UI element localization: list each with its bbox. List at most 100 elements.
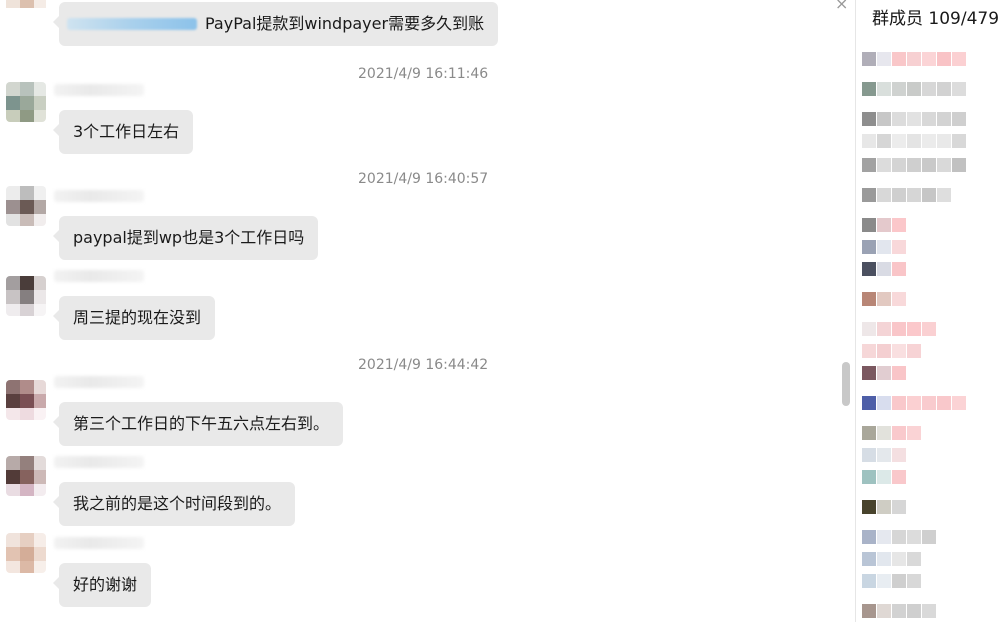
close-icon[interactable]: × <box>835 0 848 13</box>
member-name-block <box>937 188 951 202</box>
member-name-block <box>877 426 891 440</box>
member-row[interactable] <box>856 322 1000 338</box>
member-name-block <box>892 134 906 148</box>
avatar[interactable] <box>6 82 46 122</box>
message-bubble[interactable]: 3个工作日左右 <box>52 110 194 154</box>
message-text: 我之前的是这个时间段到的。 <box>73 494 282 513</box>
message-bubble[interactable]: PayPal提款到windpayer需要多久到账 <box>52 2 499 46</box>
avatar[interactable] <box>6 456 46 496</box>
sender-name <box>54 376 144 388</box>
member-row[interactable] <box>856 292 1000 308</box>
avatar[interactable] <box>6 533 46 573</box>
message-bubble[interactable]: 我之前的是这个时间段到的。 <box>52 482 296 526</box>
member-name-block <box>877 82 891 96</box>
member-name-block <box>892 426 906 440</box>
member-name-block <box>877 470 891 484</box>
member-name-block <box>922 396 936 410</box>
member-name-block <box>907 134 921 148</box>
member-row[interactable] <box>856 52 1000 68</box>
member-name-block <box>907 322 921 336</box>
avatar[interactable] <box>6 276 46 316</box>
member-name-block <box>877 552 891 566</box>
member-row[interactable] <box>856 134 1000 150</box>
member-row[interactable] <box>856 240 1000 256</box>
message-bubble[interactable]: 第三个工作日的下午五六点左右到。 <box>52 402 344 446</box>
member-name-block <box>892 530 906 544</box>
member-row[interactable] <box>856 604 1000 620</box>
member-row[interactable] <box>856 112 1000 128</box>
member-avatar <box>862 396 876 410</box>
member-name-block <box>907 530 921 544</box>
member-avatar <box>862 82 876 96</box>
member-avatar <box>862 470 876 484</box>
member-name-block <box>877 344 891 358</box>
member-name-block <box>877 218 891 232</box>
member-name-block <box>937 134 951 148</box>
member-name-block <box>907 604 921 618</box>
member-name-block <box>892 240 906 254</box>
member-row[interactable] <box>856 396 1000 412</box>
member-row[interactable] <box>856 426 1000 442</box>
member-row[interactable] <box>856 530 1000 546</box>
message-bubble[interactable]: 好的谢谢 <box>52 563 152 607</box>
member-avatar <box>862 552 876 566</box>
member-row[interactable] <box>856 158 1000 174</box>
member-name-block <box>937 82 951 96</box>
member-name-block <box>952 82 966 96</box>
member-name-block <box>877 292 891 306</box>
member-name-block <box>922 188 936 202</box>
member-row[interactable] <box>856 82 1000 98</box>
message-bubble[interactable]: paypal提到wp也是3个工作日吗 <box>52 216 319 260</box>
member-name-block <box>892 262 906 276</box>
member-row[interactable] <box>856 262 1000 278</box>
member-name-block <box>907 426 921 440</box>
message-text: PayPal提款到windpayer需要多久到账 <box>205 14 485 33</box>
member-name-block <box>952 158 966 172</box>
member-name-block <box>922 82 936 96</box>
chat-pane: × PayPal提款到windpayer需要多久到账 2021/4/9 16:1… <box>0 0 856 622</box>
member-name-block <box>892 604 906 618</box>
message-text: 好的谢谢 <box>73 575 138 594</box>
member-name-block <box>892 396 906 410</box>
message-text: 第三个工作日的下午五六点左右到。 <box>73 414 330 433</box>
member-name-block <box>922 134 936 148</box>
sender-name <box>54 537 144 549</box>
chat-scrollbar[interactable] <box>842 362 850 406</box>
member-name-block <box>877 158 891 172</box>
member-name-block <box>952 112 966 126</box>
message-bubble[interactable]: 周三提的现在没到 <box>52 296 216 340</box>
member-row[interactable] <box>856 366 1000 382</box>
member-name-block <box>922 322 936 336</box>
member-name-block <box>892 366 906 380</box>
member-name-block <box>907 574 921 588</box>
member-row[interactable] <box>856 218 1000 234</box>
member-name-block <box>907 188 921 202</box>
member-name-block <box>877 240 891 254</box>
avatar[interactable] <box>6 0 46 20</box>
member-name-block <box>907 52 921 66</box>
member-name-block <box>937 158 951 172</box>
member-name-block <box>952 52 966 66</box>
member-name-block <box>922 604 936 618</box>
member-row[interactable] <box>856 448 1000 464</box>
member-row[interactable] <box>856 500 1000 516</box>
member-row[interactable] <box>856 574 1000 590</box>
member-avatar <box>862 322 876 336</box>
member-row[interactable] <box>856 552 1000 568</box>
member-row[interactable] <box>856 188 1000 204</box>
member-name-block <box>877 134 891 148</box>
member-avatar <box>862 262 876 276</box>
avatar[interactable] <box>6 380 46 420</box>
member-name-block <box>892 448 906 462</box>
member-name-block <box>892 188 906 202</box>
member-row[interactable] <box>856 344 1000 360</box>
member-avatar <box>862 240 876 254</box>
member-name-block <box>892 574 906 588</box>
member-avatar <box>862 112 876 126</box>
avatar[interactable] <box>6 186 46 226</box>
member-avatar <box>862 574 876 588</box>
member-row[interactable] <box>856 470 1000 486</box>
member-avatar <box>862 158 876 172</box>
member-name-block <box>877 366 891 380</box>
member-avatar <box>862 500 876 514</box>
